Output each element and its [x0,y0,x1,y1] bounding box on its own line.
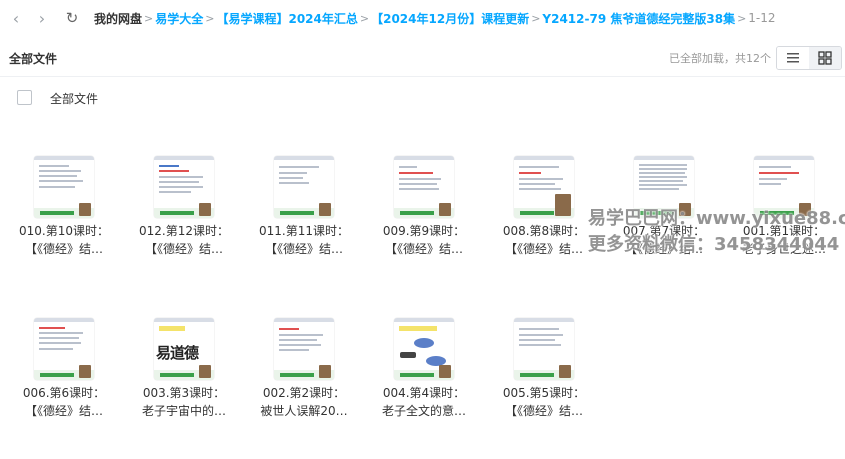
file-item[interactable]: 010.第10课时： 【《德经》结… [8,156,120,266]
file-item[interactable]: 009.第9课时： 【《德经》结… [368,156,480,266]
file-item[interactable]: 易道德 003.第3课时： 老子宇宙中的… [128,318,240,428]
chevron-right-icon: > [144,11,154,25]
refresh-icon[interactable]: ↻ [62,8,82,28]
grid-icon [818,51,832,65]
document-thumbnail: 易道德 [154,318,214,380]
file-name: 011.第11课时： 【《德经》结… [259,224,349,256]
select-all-row: 全部文件 [0,86,845,110]
file-name: 002.第2课时： 被世人误解20… [260,386,348,418]
document-thumbnail [514,156,574,218]
document-thumbnail [394,318,454,380]
file-item[interactable]: 004.第4课时： 老子全文的意… [368,318,480,428]
breadcrumb-current: 1-12 [748,11,776,25]
document-thumbnail [34,318,94,380]
breadcrumb-item[interactable]: 易学大全 [155,10,203,27]
chevron-right-icon: > [737,11,747,25]
top-bar: ‹ › ↻ 我的网盘 > 易学大全 > 【易学课程】2024年汇总 > 【2024年1… [0,0,845,36]
grid-view-button[interactable] [809,47,841,69]
file-name: 010.第10课时： 【《德经》结… [19,224,109,256]
file-item[interactable]: 011.第11课时： 【《德经》结… [248,156,360,266]
list-icon [787,53,799,63]
load-status: 已全部加载，共12个 [669,52,771,65]
list-view-button[interactable] [777,47,809,69]
file-name: 006.第6课时： 【《德经》结… [22,386,106,418]
select-all-checkbox[interactable] [17,90,32,105]
file-item[interactable]: 012.第12课时： 【《德经》结… [128,156,240,266]
forward-icon[interactable]: › [32,8,52,28]
chevron-right-icon: > [531,11,541,25]
document-thumbnail [274,318,334,380]
view-toggle [776,46,842,70]
back-icon[interactable]: ‹ [6,8,26,28]
file-item[interactable]: 008.第8课时： 【《德经》结… [488,156,600,266]
file-item[interactable]: 006.第6课时： 【《德经》结… [8,318,120,428]
document-thumbnail [394,156,454,218]
document-thumbnail [34,156,94,218]
select-all-label: 全部文件 [50,92,99,106]
breadcrumb-item[interactable]: Y2412-79 焦爷道德经完整版38集 [542,10,735,27]
file-name: 004.第4课时： 老子全文的意… [381,386,466,418]
chevron-right-icon: > [359,11,370,25]
file-name: 008.第8课时： 【《德经》结… [502,224,586,256]
file-name: 003.第3课时： 老子宇宙中的… [141,386,226,418]
document-thumbnail [274,156,334,218]
breadcrumb-item[interactable]: 【易学课程】2024年汇总 [216,10,357,27]
file-name: 005.第5课时： 【《德经》结… [502,386,586,418]
document-thumbnail [514,318,574,380]
file-toolbar: 全部文件 已全部加载，共12个 [0,44,845,72]
divider [0,76,845,77]
file-item[interactable]: 002.第2课时： 被世人误解20… [248,318,360,428]
breadcrumb: 我的网盘 > 易学大全 > 【易学课程】2024年汇总 > 【2024年12月份】课程… [94,10,776,27]
chevron-right-icon: > [205,11,215,25]
file-name: 012.第12课时： 【《德经》结… [139,224,229,256]
page-title: 全部文件 [9,52,58,66]
breadcrumb-item[interactable]: 我的网盘 [94,10,142,27]
file-item[interactable]: 005.第5课时： 【《德经》结… [488,318,600,428]
breadcrumb-item[interactable]: 【2024年12月份】课程更新 [371,10,529,27]
file-name: 009.第9课时： 【《德经》结… [382,224,466,256]
watermark: 易学巴巴网：www.yixue88.cn 更多资料微信：3458344044 [588,208,845,255]
document-thumbnail [154,156,214,218]
